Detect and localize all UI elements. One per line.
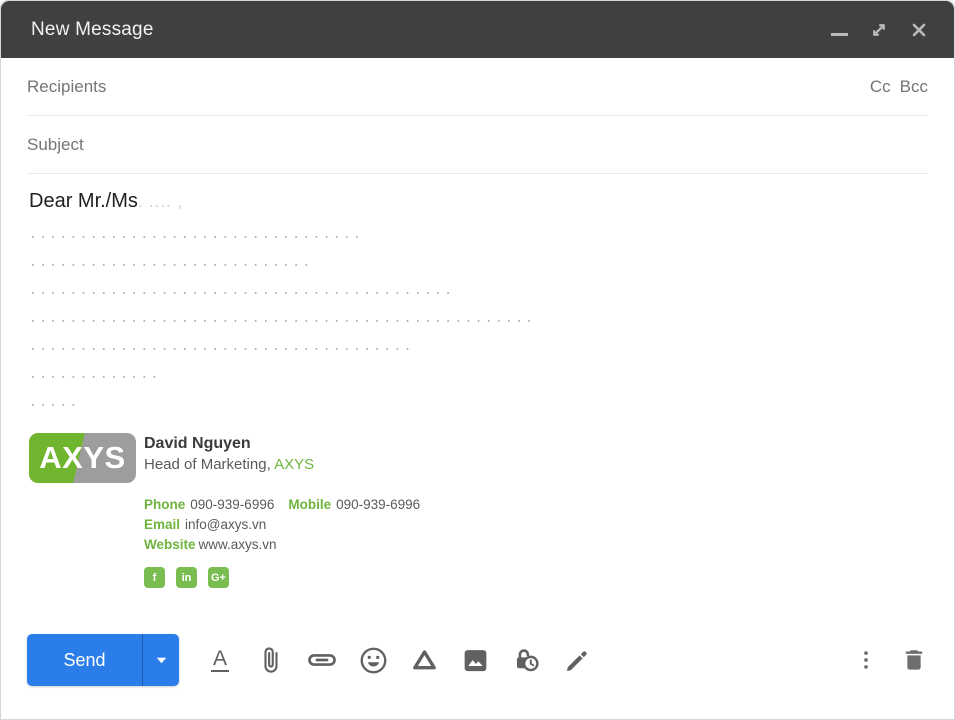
discard-draft-button[interactable] [900, 645, 928, 675]
bcc-toggle[interactable]: Bcc [900, 77, 928, 97]
role-text: Head of Marketing, [144, 456, 274, 473]
body-dot-line: ...................................... [29, 333, 926, 361]
body-dot-line: ................................. [29, 221, 926, 249]
pen-icon [562, 645, 592, 675]
close-icon [908, 19, 930, 41]
cc-toggle[interactable]: Cc [870, 77, 891, 97]
facebook-icon[interactable]: f [144, 567, 165, 588]
field-divider [27, 173, 928, 174]
website-row: Websitewww.axys.vn [144, 535, 926, 555]
compose-toolbar: Send A [1, 634, 954, 686]
subject-placeholder: Subject [27, 135, 84, 155]
send-button[interactable]: Send [27, 634, 142, 686]
toolbar-right [852, 645, 928, 675]
recipients-field[interactable]: Recipients Cc Bcc [1, 58, 954, 116]
googleplus-icon[interactable]: G+ [208, 567, 229, 588]
insert-signature-button[interactable] [563, 645, 591, 675]
image-icon [461, 646, 490, 675]
website-label: Website [144, 537, 196, 552]
signature-contacts: Phone 090-939-6996 Mobile 090-939-6996 Emai… [144, 495, 926, 555]
social-links: f in G+ [144, 567, 926, 588]
body-dot-line: ........................................… [29, 277, 926, 305]
signature-role: Head of Marketing, AXYS [144, 456, 926, 473]
linkedin-icon[interactable]: in [176, 567, 197, 588]
body-dot-line: ............. [29, 361, 926, 389]
close-button[interactable] [906, 17, 932, 43]
trash-icon [900, 645, 928, 675]
body-dot-line: ..... [29, 389, 926, 417]
body-dot-line: ............................ [29, 249, 926, 277]
company-name: AXYS [274, 456, 314, 473]
subject-field[interactable]: Subject [1, 116, 954, 174]
insert-drive-file-button[interactable] [410, 645, 438, 675]
minimize-button[interactable] [826, 17, 852, 43]
phone-row: Phone 090-939-6996 Mobile 090-939-6996 [144, 495, 926, 515]
compose-titlebar[interactable]: New Message [1, 1, 954, 58]
greeting-text: Dear Mr./Ms [29, 190, 138, 212]
recipients-placeholder: Recipients [27, 77, 106, 97]
send-split-button: Send [27, 634, 179, 686]
paperclip-icon [256, 644, 286, 676]
greeting-dots: . .... , [138, 194, 183, 211]
signature-header: David Nguyen Head of Marketing, AXYS [144, 433, 926, 483]
window-controls [826, 17, 932, 43]
emoji-icon [358, 645, 389, 676]
chevron-down-icon [156, 657, 167, 664]
google-drive-icon [409, 645, 440, 676]
insert-tools: A [206, 645, 591, 675]
more-options-button[interactable] [852, 645, 880, 675]
email-value: info@axys.vn [185, 517, 266, 532]
link-icon [306, 644, 338, 676]
more-vert-icon [853, 646, 879, 674]
expand-icon [868, 19, 890, 41]
email-row: Email info@axys.vn [144, 515, 926, 535]
attach-file-button[interactable] [257, 645, 285, 675]
text-format-icon: A [211, 648, 229, 672]
window-title: New Message [31, 19, 154, 41]
website-value: www.axys.vn [199, 537, 277, 552]
compose-window: New Message [0, 0, 955, 720]
confidential-mode-button[interactable] [512, 645, 540, 675]
lock-clock-icon [511, 645, 542, 676]
minimize-icon [831, 33, 848, 36]
body-dot-line: ........................................… [29, 305, 926, 333]
greeting-line: Dear Mr./Ms. .... , [29, 190, 926, 213]
signature-name: David Nguyen [144, 435, 926, 453]
formatting-options-button[interactable]: A [206, 645, 234, 675]
pop-out-button[interactable] [866, 17, 892, 43]
insert-photo-button[interactable] [461, 645, 489, 675]
phone-label: Phone [144, 497, 185, 512]
mobile-label: Mobile [288, 497, 331, 512]
message-body[interactable]: Dear Mr./Ms. .... , ....................… [1, 174, 954, 634]
send-options-button[interactable] [143, 634, 179, 686]
email-label: Email [144, 517, 180, 532]
insert-emoji-button[interactable] [359, 645, 387, 675]
phone-value: 090-939-6996 [190, 497, 274, 512]
email-signature: AXYS David Nguyen Head of Marketing, AXY… [29, 433, 926, 588]
axys-logo: AXYS [29, 433, 136, 483]
mobile-value: 090-939-6996 [336, 497, 420, 512]
insert-link-button[interactable] [308, 645, 336, 675]
